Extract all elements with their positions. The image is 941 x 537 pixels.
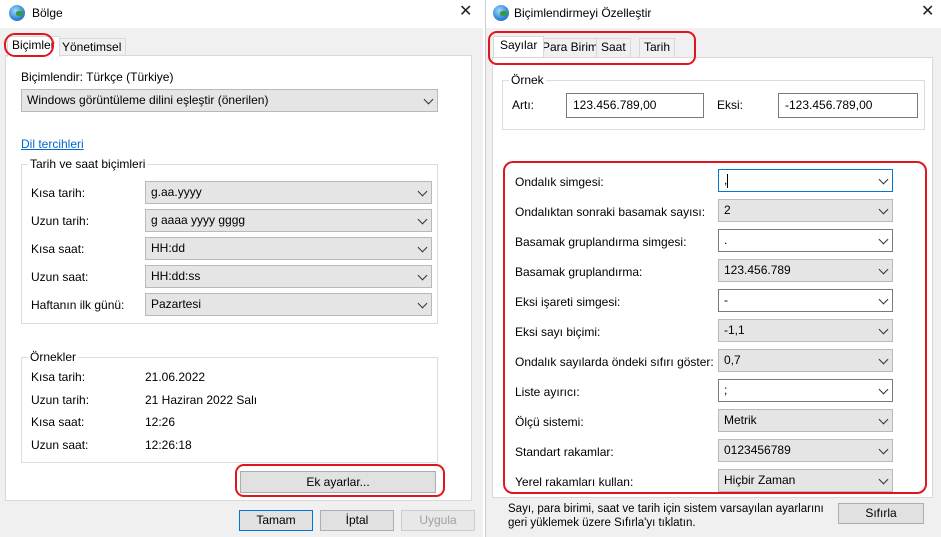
long-date-select[interactable]: g aaaa yyyy gggg — [145, 209, 432, 232]
short-date-label: Kısa tarih: — [31, 186, 86, 200]
example-long-date-label: Uzun tarih: — [31, 393, 90, 407]
format-label: Biçimlendir: Türkçe (Türkiye) — [21, 70, 174, 84]
customize-format-window: Biçimlendirmeyi Özelleştir ✕ Sayılar Par… — [485, 0, 941, 537]
short-time-value: HH:dd — [151, 241, 186, 255]
format-select[interactable]: Windows görüntüleme dilini eşleştir (öne… — [21, 89, 438, 112]
cancel-button[interactable]: İptal — [320, 510, 394, 531]
long-date-label: Uzun tarih: — [31, 214, 90, 228]
close-icon[interactable]: ✕ — [459, 4, 472, 20]
reset-description-line-1: Sayı, para birimi, saat ve tarih için si… — [508, 503, 824, 515]
short-date-select[interactable]: g.aa.yyyy — [145, 181, 432, 204]
example-short-time-label: Kısa saat: — [31, 415, 85, 429]
examples-group-title: Örnekler — [28, 350, 79, 364]
chevron-down-icon — [417, 242, 428, 253]
datetime-group: Tarih ve saat biçimleri Kısa tarih: g.aa… — [21, 157, 438, 324]
negative-example-field: -123.456.789,00 — [778, 93, 918, 118]
datetime-group-title: Tarih ve saat biçimleri — [28, 157, 148, 171]
example-long-date-value: 21 Haziran 2022 Salı — [145, 393, 258, 407]
example-short-date-label: Kısa tarih: — [31, 370, 86, 384]
globe-icon — [493, 5, 509, 21]
window-title: Bölge — [32, 6, 63, 20]
chevron-down-icon — [417, 186, 428, 197]
apply-button[interactable]: Uygula — [401, 510, 475, 531]
tab-highlight — [4, 33, 54, 57]
example-short-date-value: 21.06.2022 — [145, 370, 206, 384]
reset-button[interactable]: Sıfırla — [838, 503, 924, 524]
example-long-time-label: Uzun saat: — [31, 438, 89, 452]
ok-button[interactable]: Tamam — [239, 510, 313, 531]
chevron-down-icon — [417, 214, 428, 225]
settings-highlight — [503, 161, 927, 494]
region-titlebar: Bölge ✕ — [0, 0, 483, 28]
chevron-down-icon — [417, 270, 428, 281]
window-title: Biçimlendirmeyi Özelleştir — [514, 6, 652, 20]
long-date-value: g aaaa yyyy gggg — [151, 213, 246, 227]
first-day-select[interactable]: Pazartesi — [145, 293, 432, 316]
chevron-down-icon — [423, 94, 434, 105]
negative-label: Eksi: — [717, 98, 744, 112]
long-time-value: HH:dd:ss — [151, 269, 201, 283]
globe-icon — [9, 5, 25, 21]
region-window: Bölge ✕ Biçimler Yönetimsel Biçimlendir:… — [0, 0, 483, 537]
additional-settings-highlight — [235, 464, 445, 497]
close-icon[interactable]: ✕ — [921, 4, 934, 20]
example-long-time-value: 12:26:18 — [145, 438, 192, 452]
example-group-title: Örnek — [509, 73, 546, 87]
short-date-value: g.aa.yyyy — [151, 185, 202, 199]
long-time-label: Uzun saat: — [31, 270, 89, 284]
tabs-highlight — [488, 31, 696, 65]
chevron-down-icon — [417, 298, 428, 309]
positive-label: Artı: — [512, 98, 535, 112]
example-short-time-value: 12:26 — [145, 415, 176, 429]
customize-titlebar: Biçimlendirmeyi Özelleştir ✕ — [486, 0, 941, 28]
example-group: Örnek Artı: 123.456.789,00 Eksi: -123.45… — [502, 73, 925, 130]
reset-description-line-2: geri yüklemek üzere Sıfırla'yı tıklatın. — [508, 517, 696, 529]
positive-example-field: 123.456.789,00 — [566, 93, 704, 118]
long-time-select[interactable]: HH:dd:ss — [145, 265, 432, 288]
short-time-select[interactable]: HH:dd — [145, 237, 432, 260]
first-day-value: Pazartesi — [151, 297, 202, 311]
first-day-label: Haftanın ilk günü: — [31, 298, 125, 312]
format-select-value: Windows görüntüleme dilini eşleştir (öne… — [27, 93, 269, 107]
examples-group: Örnekler Kısa tarih: 21.06.2022 Uzun tar… — [21, 350, 438, 463]
short-time-label: Kısa saat: — [31, 242, 85, 256]
language-preferences-link[interactable]: Dil tercihleri — [21, 137, 84, 151]
formats-panel: Biçimlendir: Türkçe (Türkiye) Windows gö… — [5, 55, 472, 501]
